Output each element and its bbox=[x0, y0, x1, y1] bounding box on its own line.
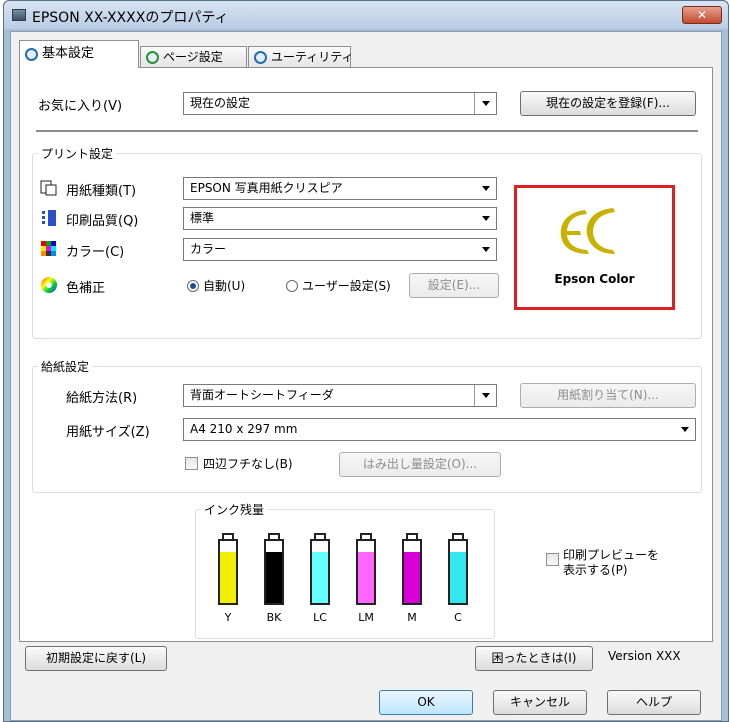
quality-label: 印刷品質(Q) bbox=[66, 214, 139, 229]
tab-basic-settings[interactable]: 基本設定 bbox=[19, 40, 139, 68]
register-settings-button[interactable]: 現在の設定を登録(F)... bbox=[520, 91, 696, 116]
ink-cartridge-m bbox=[402, 533, 422, 605]
troubleshooting-button[interactable]: 困ったときは(I) bbox=[475, 646, 593, 671]
ink-cartridge-body bbox=[310, 539, 330, 605]
epson-color-logo: Epson Color bbox=[514, 185, 675, 310]
chevron-down-icon bbox=[482, 101, 490, 106]
favorites-label: お気に入り(V) bbox=[38, 99, 123, 114]
ink-level-fill bbox=[220, 552, 236, 603]
ink-levels-title: インク残量 bbox=[201, 501, 268, 518]
ink-cartridge-body bbox=[356, 539, 376, 605]
tab-utility-label: ユーティリティ bbox=[271, 50, 354, 64]
paper-type-icon bbox=[40, 179, 58, 197]
properties-window: EPSON XX-XXXXのプロパティ ✕ 基本設定 ページ設定 ユーティリティ… bbox=[3, 0, 729, 722]
ink-level-fill bbox=[312, 552, 328, 603]
favorites-value: 現在の設定 bbox=[190, 96, 251, 110]
cancel-button[interactable]: キャンセル bbox=[493, 690, 587, 715]
paper-source-label: 給紙方法(R) bbox=[66, 391, 138, 406]
ink-cartridge-y bbox=[218, 533, 238, 605]
color-correction-label: 色補正 bbox=[66, 281, 106, 296]
close-button[interactable]: ✕ bbox=[682, 6, 722, 24]
ok-button[interactable]: OK bbox=[379, 690, 473, 715]
color-value: カラー bbox=[190, 242, 227, 256]
ink-cartridge-label: M bbox=[407, 611, 417, 624]
utility-icon bbox=[254, 51, 267, 64]
ink-cartridge-body bbox=[264, 539, 284, 605]
ink-cartridge-label: LC bbox=[313, 611, 327, 624]
section-divider bbox=[36, 130, 698, 132]
paper-size-label: 用紙サイズ(Z) bbox=[66, 425, 150, 440]
color-icon bbox=[40, 240, 58, 258]
ink-cartridge-body bbox=[402, 539, 422, 605]
ink-cartridge-body bbox=[448, 539, 468, 605]
dialog-client: 基本設定 ページ設定 ユーティリティ お気に入り(V) 現在の設定 現在の設定を… bbox=[10, 31, 722, 721]
paper-type-label: 用紙種類(T) bbox=[66, 184, 137, 199]
title-bar: EPSON XX-XXXXのプロパティ ✕ bbox=[4, 1, 728, 29]
printer-icon bbox=[12, 9, 26, 21]
tab-page-settings-label: ページ設定 bbox=[163, 50, 223, 64]
chevron-down-icon bbox=[482, 216, 490, 221]
paper-size-value: A4 210 x 297 mm bbox=[190, 422, 298, 436]
ink-cartridge-lm bbox=[356, 533, 376, 605]
ink-level-fill bbox=[266, 552, 282, 603]
chevron-down-icon bbox=[681, 427, 689, 432]
quality-select[interactable]: 標準 bbox=[183, 207, 497, 230]
print-preview-checkbox[interactable] bbox=[546, 553, 559, 566]
color-settings-button[interactable]: 設定(E)... bbox=[409, 273, 499, 298]
chevron-down-icon bbox=[482, 393, 490, 398]
user-settings-radio-label: ユーザー設定(S) bbox=[302, 279, 391, 293]
paper-type-value: EPSON 写真用紙クリスピア bbox=[190, 181, 343, 195]
print-settings-title: プリント設定 bbox=[38, 145, 117, 162]
ink-cartridge-label: C bbox=[454, 611, 462, 624]
paper-source-select[interactable]: 背面オートシートフィーダ bbox=[183, 384, 497, 407]
basic-settings-panel: お気に入り(V) 現在の設定 現在の設定を登録(F)... プリント設定 用紙種… bbox=[19, 67, 713, 642]
epson-color-mark bbox=[560, 208, 615, 254]
borderless-label: 四辺フチなし(B) bbox=[203, 457, 293, 471]
color-select[interactable]: カラー bbox=[183, 238, 497, 261]
ink-cartridge-c bbox=[448, 533, 468, 605]
favorites-dropdown[interactable] bbox=[474, 93, 496, 114]
ink-cartridge-body bbox=[218, 539, 238, 605]
quality-icon bbox=[40, 209, 58, 227]
version-text: Version XXX bbox=[608, 649, 681, 663]
ink-cartridge-label: BK bbox=[266, 611, 282, 624]
expansion-settings-button[interactable]: はみ出し量設定(O)... bbox=[339, 452, 501, 477]
epson-color-text: Epson Color bbox=[554, 272, 635, 286]
ink-cartridges: Y BK LC LM M C bbox=[208, 533, 488, 633]
color-label: カラー(C) bbox=[66, 245, 125, 260]
ink-level-fill bbox=[450, 552, 466, 603]
reset-defaults-button[interactable]: 初期設定に戻す(L) bbox=[25, 646, 167, 671]
favorites-select[interactable]: 現在の設定 bbox=[183, 92, 497, 115]
print-preview-label-line2: 表示する(P) bbox=[563, 563, 628, 577]
paper-source-value: 背面オートシートフィーダ bbox=[190, 388, 334, 402]
paper-settings-title: 給紙設定 bbox=[38, 358, 93, 375]
tab-basic-settings-label: 基本設定 bbox=[42, 46, 95, 61]
paper-assign-button[interactable]: 用紙割り当て(N)... bbox=[520, 383, 696, 408]
paper-source-dropdown[interactable] bbox=[474, 385, 496, 406]
page-settings-icon bbox=[146, 51, 159, 64]
color-correction-icon bbox=[40, 276, 58, 294]
tab-utility[interactable]: ユーティリティ bbox=[248, 46, 354, 68]
ink-cartridge-lc bbox=[310, 533, 330, 605]
ink-level-fill bbox=[404, 552, 420, 603]
auto-radio[interactable] bbox=[187, 280, 199, 292]
ink-level-fill bbox=[358, 552, 374, 603]
ink-cartridge-label: LM bbox=[358, 611, 374, 624]
help-button[interactable]: ヘルプ bbox=[607, 690, 701, 715]
paper-size-select[interactable]: A4 210 x 297 mm bbox=[183, 418, 696, 441]
chevron-down-icon bbox=[482, 247, 490, 252]
chevron-down-icon bbox=[482, 186, 490, 191]
borderless-checkbox[interactable] bbox=[185, 457, 198, 470]
ink-cartridge-bk bbox=[264, 533, 284, 605]
printer-settings-icon bbox=[25, 48, 38, 61]
user-settings-radio[interactable] bbox=[286, 280, 298, 292]
window-title: EPSON XX-XXXXのプロパティ bbox=[32, 10, 229, 26]
ink-cartridge-label: Y bbox=[224, 611, 232, 624]
auto-radio-label: 自動(U) bbox=[203, 279, 246, 293]
paper-type-select[interactable]: EPSON 写真用紙クリスピア bbox=[183, 177, 497, 200]
tab-page-settings[interactable]: ページ設定 bbox=[140, 46, 247, 68]
quality-value: 標準 bbox=[190, 211, 215, 225]
